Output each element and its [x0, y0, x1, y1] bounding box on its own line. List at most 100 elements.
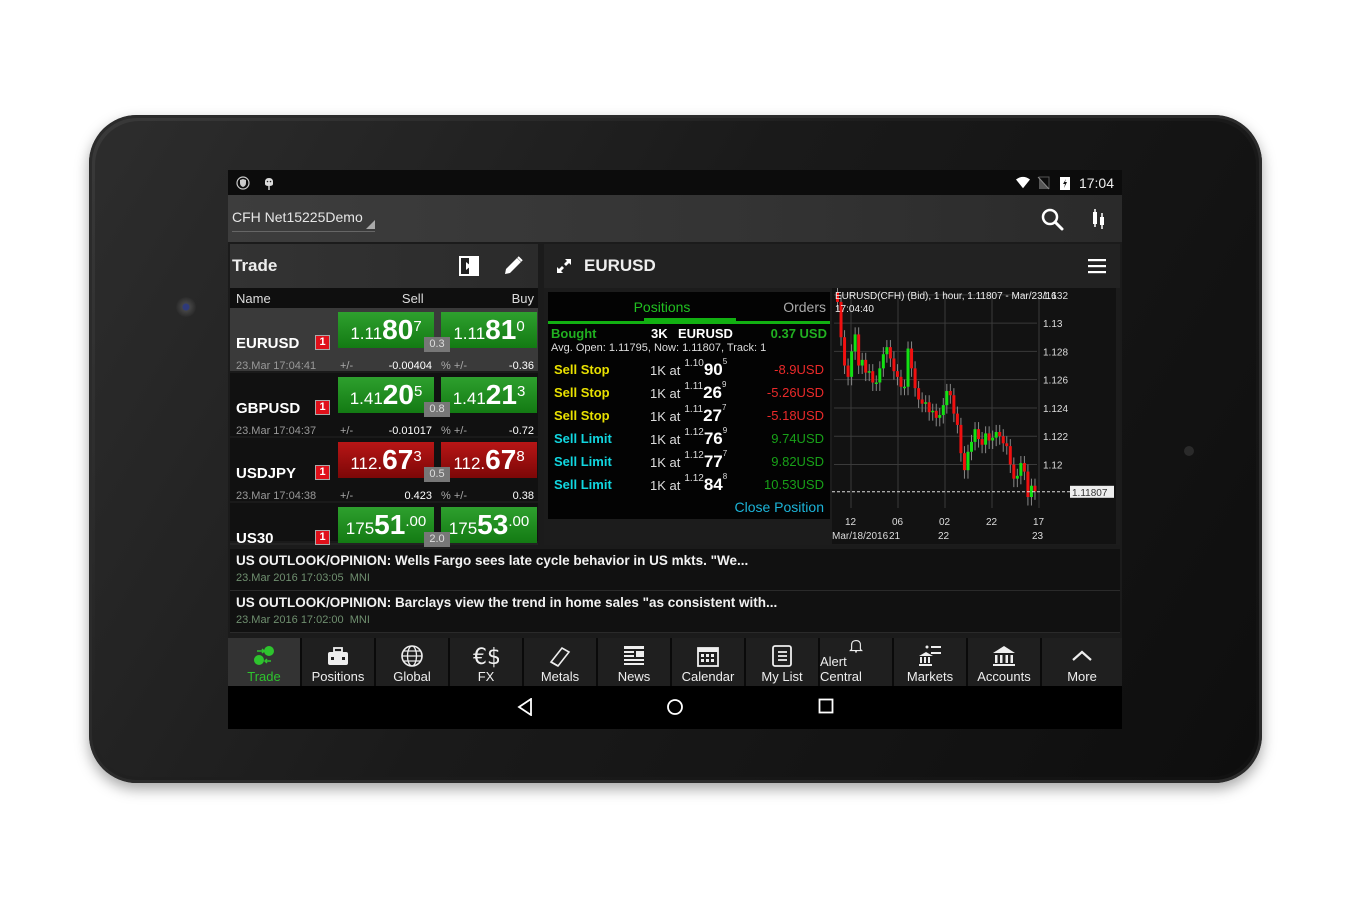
position-summary[interactable]: Bought 3K EURUSD 0.37 USD	[548, 324, 830, 342]
nav-fx[interactable]: €$ FX	[450, 638, 522, 686]
nav-label: Metals	[540, 669, 580, 684]
sell-price-button[interactable]: 112. 67 3	[338, 442, 434, 478]
price-prefix: 1.11	[453, 324, 486, 343]
nav-news[interactable]: News	[598, 638, 670, 686]
buy-price-button[interactable]: 1.41 21 3	[441, 377, 537, 413]
sell-price-button[interactable]: 175 51.00	[338, 507, 434, 543]
nav-label: Positions	[311, 669, 365, 684]
x-tick-sublabel: 22	[938, 531, 950, 542]
instrument-row-us30[interactable]: US30 1 175 51.00 175 53.00 2.0	[230, 503, 538, 547]
instrument-name: EURUSD	[236, 335, 300, 352]
instrument-row-usdjpy[interactable]: USDJPY 1 23.Mar 17:04:38 +/- 0.423 % +/-…	[230, 438, 538, 503]
position-count-badge: 1	[315, 530, 330, 545]
nav-metals[interactable]: Metals	[524, 638, 596, 686]
nav-markets[interactable]: Markets	[894, 638, 966, 686]
trade-icon	[254, 646, 274, 665]
order-row[interactable]: Sell Limit 1K at 1.12 77 7 9.82USD	[548, 448, 830, 473]
globe-icon	[401, 645, 423, 667]
sell-price-button[interactable]: 1.11 80 7	[338, 312, 434, 348]
nav-calendar[interactable]: Calendar	[672, 638, 744, 686]
close-position-button[interactable]: Close Position	[735, 499, 825, 515]
price-fraction: 3	[516, 383, 526, 400]
nav-trade[interactable]: Trade	[228, 638, 300, 686]
nav-accounts[interactable]: Accounts	[968, 638, 1040, 686]
pct-change-value: -0.72	[508, 425, 534, 437]
order-desc: 1K at 1.11 26 9	[650, 380, 726, 403]
menu-icon[interactable]	[1088, 258, 1106, 274]
recents-icon[interactable]	[818, 698, 834, 714]
price-prefix: 175	[345, 519, 375, 538]
order-row[interactable]: Sell Limit 1K at 1.12 84 8 10.53USD	[548, 472, 830, 496]
candle-body	[843, 337, 847, 366]
buy-price-button[interactable]: 112. 67 8	[441, 442, 537, 478]
instrument-row-eurusd[interactable]: EURUSD 1 23.Mar 17:04:41 +/- -0.00404 % …	[230, 308, 538, 373]
tab-positions[interactable]: Positions	[548, 292, 736, 321]
detail-panel-header: EURUSD	[544, 244, 1120, 288]
order-row[interactable]: Sell Stop 1K at 1.10 90 5 -8.9USD	[548, 356, 830, 381]
price-chart[interactable]: 1.132 1.13 1.128 1.126 1.124 1.122 1.12 12 06 02 2…	[832, 284, 1116, 544]
price-fraction: 7	[413, 318, 422, 335]
instrument-name: US30	[236, 530, 274, 547]
candle-body	[955, 413, 959, 425]
news-item[interactable]: US OUTLOOK/OPINION: Wells Fargo sees lat…	[230, 549, 1120, 591]
order-pl: 9.82USD	[771, 454, 824, 469]
nav-label: More	[1067, 669, 1097, 684]
order-qty: 1K at	[650, 385, 681, 401]
nav-global[interactable]: Global	[376, 638, 448, 686]
order-row[interactable]: Sell Stop 1K at 1.11 27 7 -5.18USD	[548, 403, 830, 427]
trade-panel: Trade Name Sell Buy EURUSD 1 23.Mar 17:0…	[230, 244, 538, 547]
x-tick-label: 06	[892, 517, 904, 528]
order-row[interactable]: Sell Stop 1K at 1.11 26 9 -5.26USD	[548, 380, 830, 404]
nav-label: Calendar	[681, 669, 735, 684]
android-icon	[265, 177, 273, 190]
candle-body	[917, 388, 921, 400]
order-price-prefix: 1.12	[684, 472, 704, 484]
price-prefix: 1.11	[350, 324, 383, 343]
news-title: US OUTLOOK/OPINION: Barclays view the tr…	[236, 595, 778, 610]
home-icon[interactable]	[666, 698, 684, 716]
price-fraction: .00	[405, 513, 427, 530]
candle-body	[962, 453, 966, 471]
candle-body	[931, 410, 935, 413]
candlestick-chart-svg[interactable]: 1.1321.131.1281.1261.1241.1221.1212 06 02 2…	[832, 284, 1116, 544]
search-icon[interactable]	[1040, 207, 1064, 231]
tab-orders[interactable]: Orders	[736, 292, 830, 321]
order-desc: 1K at 1.12 84 8	[650, 472, 727, 495]
candle-body	[959, 424, 963, 454]
price-prefix: 112.	[350, 454, 383, 473]
col-sell: Sell	[401, 290, 424, 306]
change-value: -0.01017	[388, 425, 432, 437]
gold-bar-icon	[549, 646, 571, 668]
edit-pencil-icon[interactable]	[502, 255, 524, 277]
switch-view-icon[interactable]	[458, 255, 480, 277]
news-item[interactable]: US OUTLOOK/OPINION: Barclays view the tr…	[230, 591, 1120, 633]
candle-body	[1033, 485, 1037, 492]
order-price-prefix: 1.12	[684, 449, 704, 461]
order-price-fraction: 5	[722, 356, 728, 366]
nav-my-list[interactable]: My List	[746, 638, 818, 686]
expand-icon[interactable]	[554, 256, 574, 276]
chart-type-icon[interactable]	[1092, 207, 1106, 231]
buy-price-button[interactable]: 1.11 81 0	[441, 312, 537, 348]
chevron-up-icon	[1072, 650, 1092, 661]
nav-more[interactable]: More	[1042, 638, 1122, 686]
order-row[interactable]: Sell Limit 1K at 1.12 76 9 9.74USD	[548, 426, 830, 450]
chart-title-time: 17:04:40	[835, 304, 874, 315]
nav-alert-central[interactable]: Alert Central	[820, 638, 892, 686]
change-label: +/-	[340, 360, 354, 372]
price-pips: 67	[485, 444, 517, 475]
account-dropdown[interactable]: CFH Net15225Demo	[232, 209, 375, 232]
order-price-fraction: 7	[722, 448, 728, 458]
instrument-row-gbpusd[interactable]: GBPUSD 1 23.Mar 17:04:37 +/- -0.01017 % …	[230, 373, 538, 438]
candle-body	[899, 376, 903, 387]
sell-price-button[interactable]: 1.41 20 5	[338, 377, 434, 413]
back-icon[interactable]	[517, 698, 533, 716]
news-meta: 23.Mar 2016 17:03:05 MNI	[236, 572, 1114, 584]
candle-body	[934, 410, 938, 418]
news-feed: US OUTLOOK/OPINION: Wells Fargo sees lat…	[230, 549, 1120, 633]
no-sim-icon	[1037, 176, 1050, 189]
order-type: Sell Limit	[554, 454, 612, 469]
buy-price-button[interactable]: 175 53.00	[441, 507, 537, 543]
order-price-pips: 76	[703, 428, 723, 448]
nav-positions[interactable]: Positions	[302, 638, 374, 686]
